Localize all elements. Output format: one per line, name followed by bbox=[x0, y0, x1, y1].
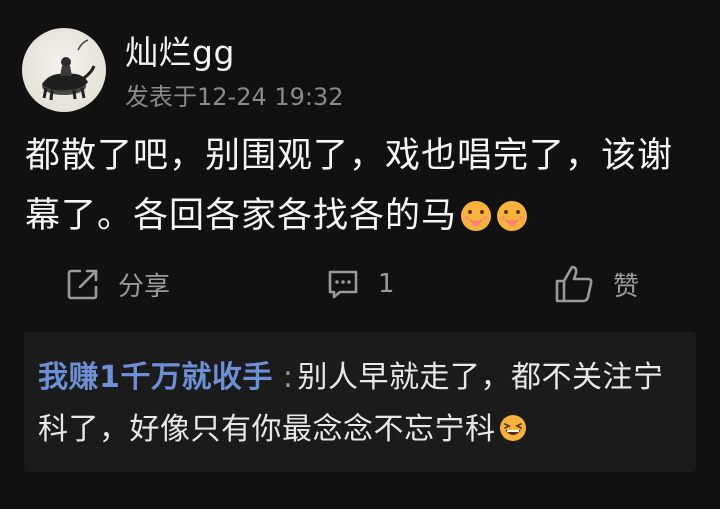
share-icon bbox=[67, 269, 98, 300]
avatar-ink-painting-icon bbox=[42, 39, 96, 101]
post-content-text: 都散了吧，别围观了，戏也唱完了，该谢幕了。各回各家各找各的马 bbox=[25, 136, 674, 236]
post-content: 都散了吧，别围观了，戏也唱完了，该谢幕了。各回各家各找各的马 bbox=[25, 126, 700, 246]
reply-author[interactable]: 我赚1千万就收手 bbox=[38, 360, 273, 395]
comment-count: 1 bbox=[378, 269, 395, 299]
share-label: 分享 bbox=[118, 271, 171, 302]
post-card: 灿烂gg 发表于12-24 19:32 都散了吧，别围观了，戏也唱完了，该谢幕了… bbox=[0, 0, 720, 509]
comment-icon bbox=[328, 270, 358, 299]
reply-preview[interactable]: 我赚1千万就收手: 别人早就走了，都不关注宁科了，好像只有你最念念不忘宁科 bbox=[24, 332, 696, 472]
laughing-face-emoji-icon bbox=[499, 415, 526, 441]
reply-separator: : bbox=[282, 360, 294, 395]
username[interactable]: 灿烂gg bbox=[125, 33, 235, 73]
avatar[interactable] bbox=[22, 28, 106, 112]
like-button[interactable]: 赞 bbox=[553, 262, 639, 306]
reply-text-block: 我赚1千万就收手: 别人早就走了，都不关注宁科了，好像只有你最念念不忘宁科 bbox=[38, 352, 688, 456]
like-label: 赞 bbox=[613, 271, 640, 302]
post-timestamp: 发表于12-24 19:32 bbox=[125, 83, 344, 111]
share-button[interactable]: 分享 bbox=[66, 262, 170, 306]
comment-button[interactable]: 1 bbox=[326, 262, 395, 306]
thumbs-up-icon bbox=[555, 265, 593, 303]
hungry-face-emoji-icon bbox=[497, 201, 528, 231]
hungry-face-emoji-icon bbox=[461, 201, 492, 231]
